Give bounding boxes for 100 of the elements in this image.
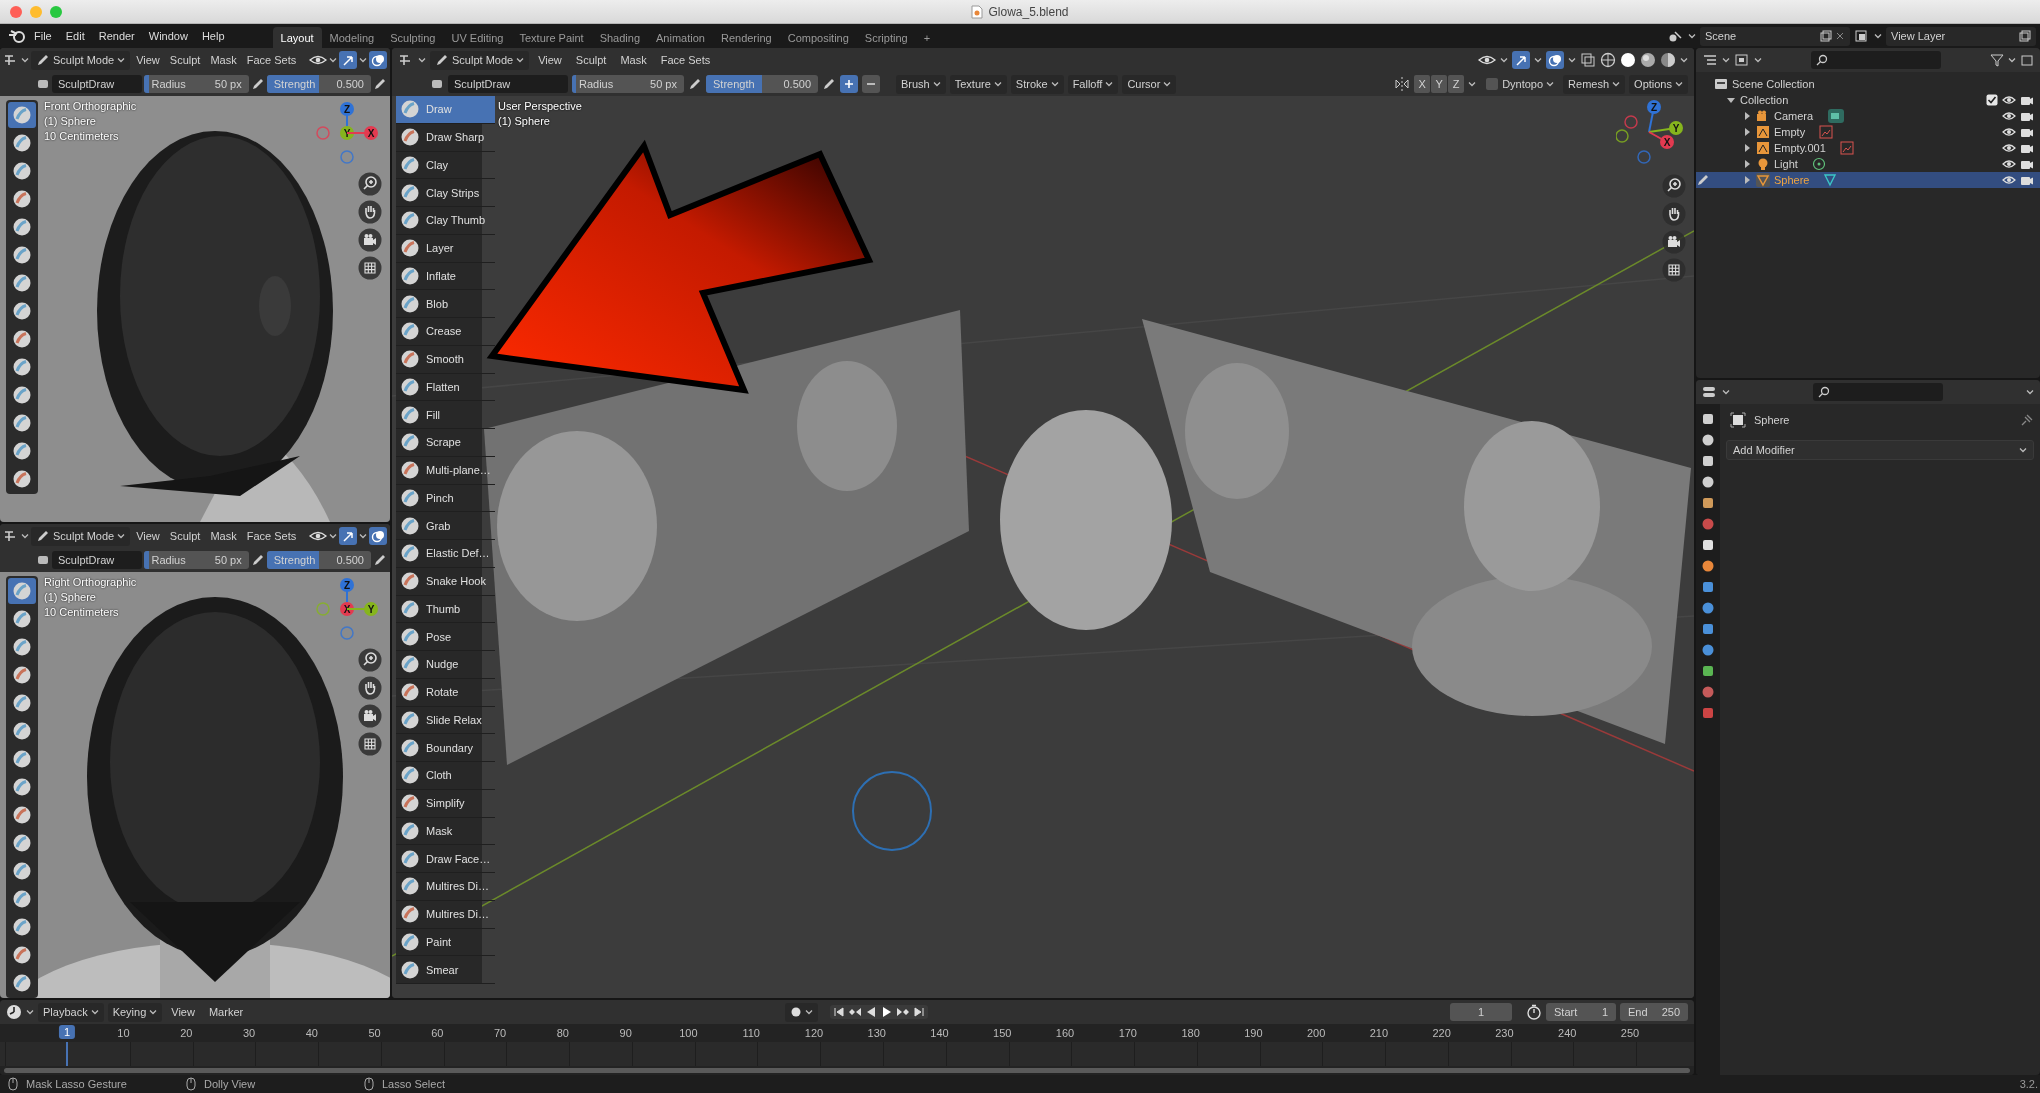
axis-toggle[interactable]: Y: [1431, 75, 1448, 93]
menu-item[interactable]: Sculpt: [165, 54, 205, 66]
brush-item[interactable]: Clay Thumb: [396, 207, 495, 235]
workspace-tab[interactable]: Modeling: [321, 27, 383, 48]
brush-item[interactable]: Mask: [396, 817, 495, 846]
brush-item[interactable]: Thumb: [396, 595, 495, 624]
menu-item[interactable]: Mask: [615, 54, 652, 66]
menu-dropdown[interactable]: Falloff: [1067, 74, 1119, 94]
workspace-tab[interactable]: Animation: [648, 27, 713, 48]
brush-item[interactable]: Nudge: [396, 651, 495, 679]
brush-item[interactable]: Grab: [396, 512, 495, 540]
scene-selector[interactable]: Scene: [1700, 26, 1850, 46]
strength-slider[interactable]: Strength 0.500: [706, 75, 818, 93]
current-frame-marker[interactable]: 1: [58, 1025, 76, 1039]
outliner-row[interactable]: Empty: [1696, 124, 2040, 140]
start-frame-field[interactable]: Start 1: [1546, 1003, 1616, 1021]
brush-item[interactable]: Snake Hook: [396, 567, 495, 596]
brush-item[interactable]: Inflate: [396, 262, 495, 291]
menu-dropdown[interactable]: Remesh: [1563, 74, 1626, 94]
menu-dropdown[interactable]: Texture: [949, 74, 1007, 94]
mode-dropdown[interactable]: Sculpt Mode: [430, 50, 530, 70]
brush-item[interactable]: Layer: [396, 234, 495, 263]
workspace-tab[interactable]: Sculpting: [382, 27, 444, 48]
workspace-tab[interactable]: Rendering: [712, 27, 780, 48]
menu-dropdown[interactable]: Brush: [896, 74, 946, 94]
brush-item[interactable]: Multires Di…: [396, 873, 495, 901]
brush-item[interactable]: Multi-plane…: [396, 456, 495, 485]
brush-item[interactable]: Elastic Def…: [396, 540, 495, 568]
menu-item[interactable]: Marker: [203, 1006, 249, 1018]
axis-handle[interactable]: Z: [1647, 100, 1661, 133]
brush-item[interactable]: Pinch: [396, 484, 495, 513]
brush-item[interactable]: Boundary: [396, 734, 495, 762]
strength-slider[interactable]: Strength 0.500: [266, 551, 371, 569]
brush-item[interactable]: Draw: [396, 96, 495, 124]
brush-item[interactable]: Clay Strips: [396, 179, 495, 207]
radius-slider[interactable]: Radius 50 px: [572, 75, 684, 93]
radius-slider[interactable]: Radius 50 px: [144, 75, 249, 93]
brush-item[interactable]: Fill: [396, 401, 495, 429]
strength-slider[interactable]: Strength 0.500: [266, 75, 371, 93]
axis-handle[interactable]: X: [1648, 131, 1674, 149]
outliner-row[interactable]: Camera: [1696, 108, 2040, 124]
brush-item[interactable]: Draw Sharp: [396, 123, 495, 152]
workspace-tab[interactable]: Layout: [272, 27, 322, 48]
menu-item[interactable]: View: [132, 54, 164, 66]
brush-item[interactable]: Rotate: [396, 678, 495, 707]
menu-dropdown[interactable]: Keying: [107, 1002, 163, 1022]
brush-item[interactable]: Slide Relax: [396, 706, 495, 735]
radius-slider[interactable]: Radius 50 px: [144, 551, 249, 569]
workspace-tab[interactable]: Scripting: [856, 27, 916, 48]
menu-item[interactable]: Face Sets: [242, 530, 301, 542]
brush-item[interactable]: Paint: [396, 928, 495, 957]
add-modifier-dropdown[interactable]: Add Modifier: [1726, 440, 2034, 460]
outliner-row[interactable]: Collection: [1696, 92, 2040, 108]
menu-dropdown[interactable]: Playback: [38, 1002, 104, 1022]
brush-item[interactable]: Crease: [396, 318, 495, 346]
menu-item[interactable]: View: [166, 1006, 200, 1018]
brush-field[interactable]: SculptDraw: [52, 75, 143, 93]
menu-dropdown[interactable]: Stroke: [1010, 74, 1064, 94]
menu-item[interactable]: Face Sets: [242, 54, 301, 66]
brush-item[interactable]: Smear: [396, 956, 495, 984]
outliner-row[interactable]: Sphere: [1696, 172, 2040, 188]
workspace-tab[interactable]: Texture Paint: [511, 27, 592, 48]
menu-dropdown[interactable]: Cursor: [1122, 74, 1177, 94]
mode-dropdown[interactable]: Sculpt Mode: [31, 50, 131, 70]
axis-toggle[interactable]: Z: [1448, 75, 1465, 93]
menu-item[interactable]: Sculpt: [570, 54, 612, 66]
menu-item[interactable]: File: [28, 30, 58, 42]
brush-field[interactable]: SculptDraw: [52, 551, 143, 569]
brush-item[interactable]: Clay: [396, 151, 495, 180]
brush-item[interactable]: Draw Face…: [396, 845, 495, 873]
menu-item[interactable]: Sculpt: [165, 530, 205, 542]
menu-item[interactable]: Face Sets: [655, 54, 716, 66]
menu-item[interactable]: Window: [142, 30, 194, 42]
workspace-tab[interactable]: Shading: [591, 27, 649, 48]
brush-item[interactable]: Cloth: [396, 762, 495, 790]
brush-item[interactable]: Multires Di…: [396, 900, 495, 929]
workspace-tab[interactable]: Compositing: [779, 27, 857, 48]
menu-item[interactable]: Render: [92, 30, 141, 42]
menu-item[interactable]: Mask: [206, 54, 241, 66]
mode-dropdown[interactable]: Sculpt Mode: [31, 526, 131, 546]
end-frame-field[interactable]: End 250: [1620, 1003, 1688, 1021]
add-workspace-button[interactable]: +: [915, 27, 939, 48]
menu-item[interactable]: Help: [195, 30, 231, 42]
outliner-row[interactable]: Scene Collection: [1696, 76, 2040, 92]
outliner-row[interactable]: Light: [1696, 156, 2040, 172]
brush-item[interactable]: Flatten: [396, 373, 495, 402]
axis-handle[interactable]: Y: [1648, 121, 1683, 135]
brush-field[interactable]: SculptDraw: [448, 75, 568, 93]
view-layer-selector[interactable]: View Layer: [1886, 26, 2036, 46]
brush-item[interactable]: Pose: [396, 623, 495, 651]
menu-dropdown[interactable]: Options: [1629, 74, 1688, 94]
outliner-row[interactable]: Empty.001: [1696, 140, 2040, 156]
dyntopo-checkbox[interactable]: Dyntopo: [1480, 77, 1560, 91]
menu-item[interactable]: Mask: [206, 530, 241, 542]
axis-toggle[interactable]: X: [1414, 75, 1431, 93]
brush-item[interactable]: Blob: [396, 290, 495, 318]
brush-item[interactable]: Scrape: [396, 429, 495, 457]
menu-item[interactable]: View: [132, 530, 164, 542]
frame-field[interactable]: 1: [1450, 1003, 1512, 1021]
brush-item[interactable]: Simplify: [396, 789, 495, 818]
